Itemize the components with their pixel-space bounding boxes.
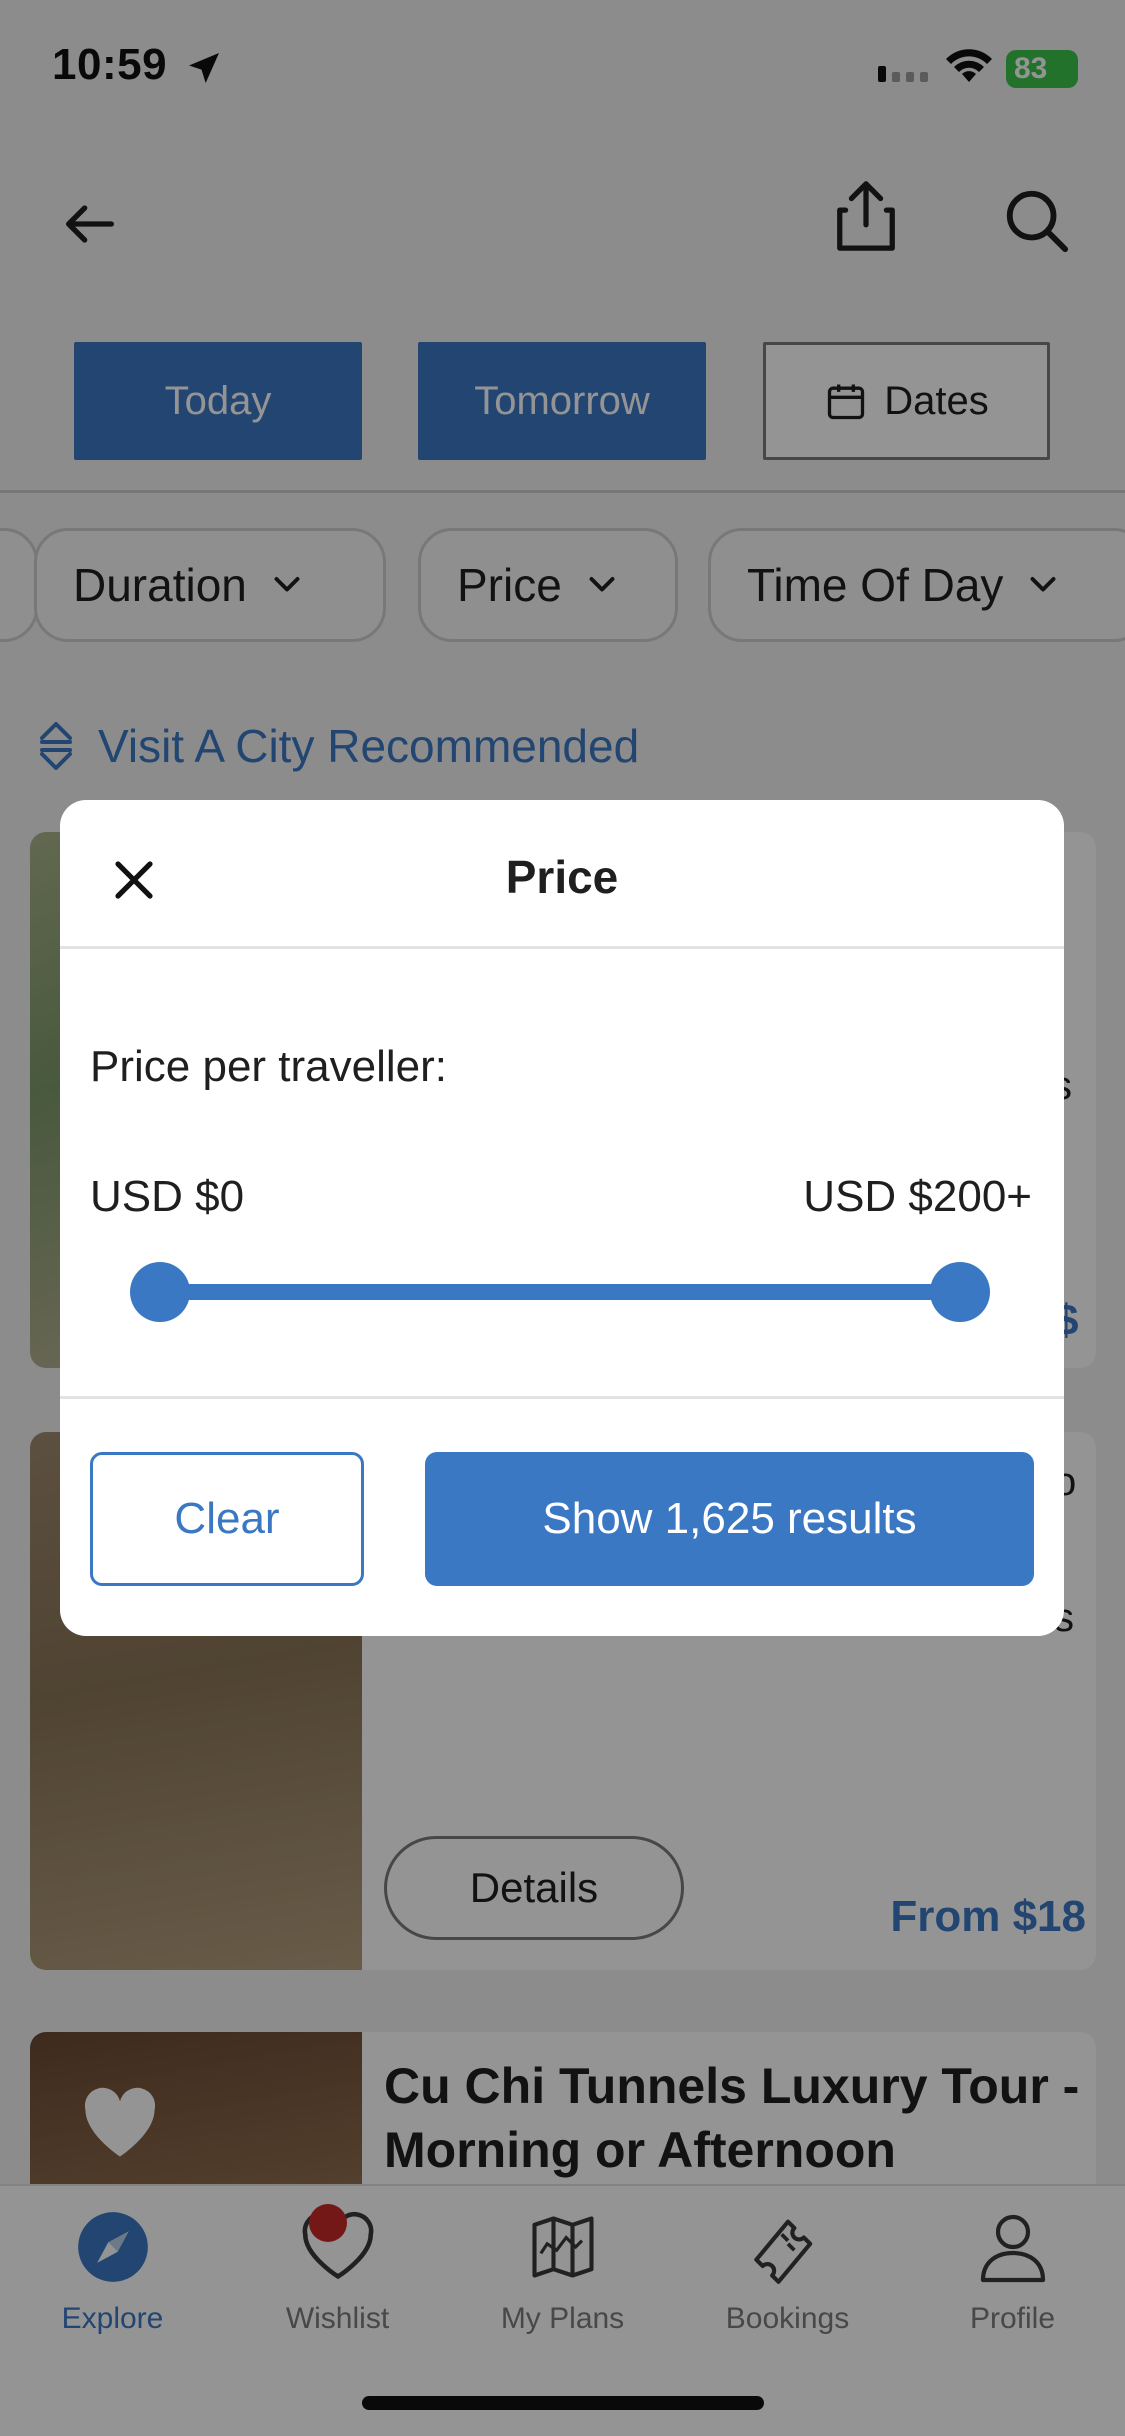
price-max-label: USD $200+ bbox=[803, 1172, 1032, 1221]
show-results-button[interactable]: Show 1,625 results bbox=[425, 1452, 1034, 1586]
price-filter-modal: Price Price per traveller: USD $0 USD $2… bbox=[60, 800, 1064, 1636]
modal-title: Price bbox=[505, 851, 619, 903]
price-range-track[interactable] bbox=[160, 1284, 960, 1300]
price-min-label: USD $0 bbox=[90, 1172, 245, 1221]
price-slider-min-handle[interactable] bbox=[130, 1262, 190, 1322]
clear-button[interactable]: Clear bbox=[90, 1452, 364, 1586]
price-per-traveller-label: Price per traveller: bbox=[90, 1042, 448, 1091]
divider bbox=[60, 1396, 1064, 1399]
price-slider-max-handle[interactable] bbox=[930, 1262, 990, 1322]
divider bbox=[60, 946, 1064, 949]
